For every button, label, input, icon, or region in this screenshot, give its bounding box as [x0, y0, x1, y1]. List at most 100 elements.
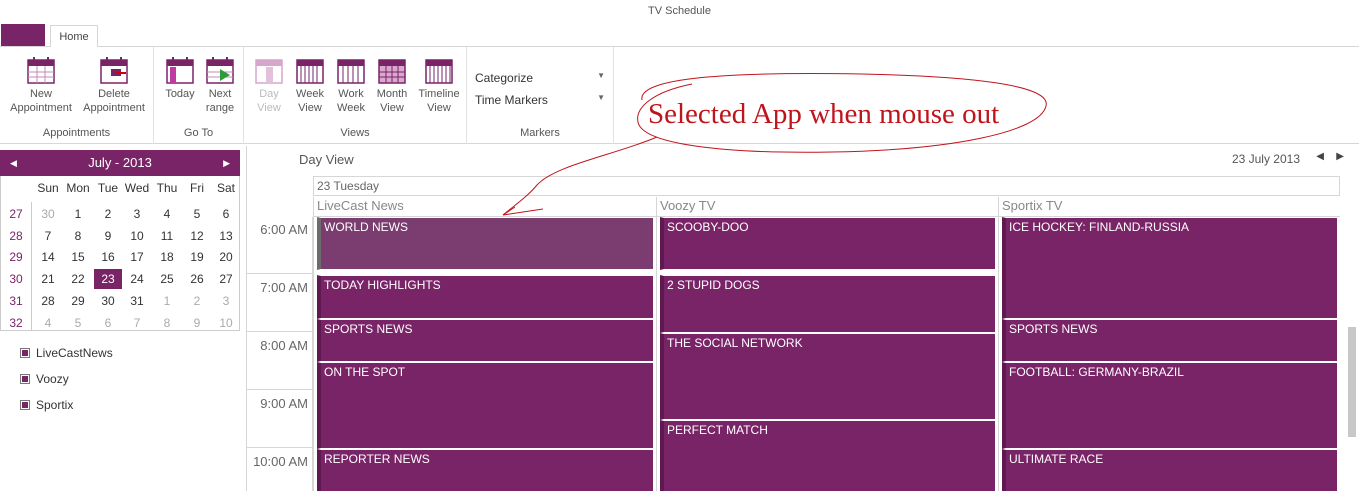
weekday-header: Thu — [156, 181, 178, 195]
calendar-day[interactable]: 5 — [183, 204, 211, 224]
calendar-day[interactable]: 2 — [183, 291, 211, 311]
weekday-header: Tue — [97, 181, 119, 195]
today-button[interactable]: Today — [158, 55, 202, 101]
prev-month-icon[interactable]: ◀ — [10, 150, 17, 176]
calendar-day[interactable]: 19 — [183, 247, 211, 267]
calendar-day[interactable]: 28 — [34, 291, 62, 311]
calendar-day[interactable]: 8 — [153, 313, 181, 333]
scrollbar-thumb[interactable] — [1348, 327, 1356, 437]
calendar-day[interactable]: 27 — [212, 269, 240, 289]
resource-item[interactable]: LiveCastNews — [20, 345, 113, 371]
resource-checkbox[interactable] — [20, 374, 30, 384]
work-week-icon — [337, 59, 365, 84]
categorize-label: Categorize — [475, 71, 534, 85]
appointment[interactable]: SPORTS NEWS — [1002, 318, 1338, 362]
day-view-button[interactable]: Day View — [247, 55, 291, 115]
calendar-day[interactable]: 21 — [34, 269, 62, 289]
vertical-scrollbar[interactable] — [1345, 217, 1359, 491]
calendar-day[interactable]: 11 — [153, 226, 181, 246]
resource-item[interactable]: Voozy — [20, 371, 113, 397]
calendar-day[interactable]: 26 — [183, 269, 211, 289]
resource-label: Voozy — [36, 372, 69, 386]
calendar-day[interactable]: 8 — [64, 226, 92, 246]
calendar-day[interactable]: 2 — [94, 204, 122, 224]
new-appointment-button[interactable]: New Appointment — [7, 55, 75, 115]
appointment[interactable]: 2 STUPID DOGS — [660, 275, 996, 333]
calendar-day[interactable]: 18 — [153, 247, 181, 267]
week-number: 31 — [9, 293, 23, 308]
work-week-button[interactable]: Work Week — [329, 55, 373, 115]
delete-appointment-button[interactable]: Delete Appointment — [80, 55, 148, 115]
calendar-day[interactable]: 30 — [34, 204, 62, 224]
appointment[interactable]: SCOOBY-DOO — [660, 217, 996, 271]
calendar-day[interactable]: 1 — [64, 204, 92, 224]
calendar-day[interactable]: 20 — [212, 247, 240, 267]
appointment[interactable]: FOOTBALL: GERMANY-BRAZIL — [1002, 362, 1338, 449]
calendar-day[interactable]: 22 — [64, 269, 92, 289]
calendar-day[interactable]: 29 — [64, 291, 92, 311]
calendar-day[interactable]: 4 — [34, 313, 62, 333]
calendar-day[interactable]: 6 — [212, 204, 240, 224]
calendar-day[interactable]: 5 — [64, 313, 92, 333]
appointment[interactable]: WORLD NEWS — [317, 217, 654, 271]
annotation-arrow — [502, 136, 658, 216]
markers-group: Categorize ▼ Time Markers ▼ Markers — [467, 47, 614, 144]
time-markers-dropdown[interactable]: Time Markers ▼ — [475, 93, 605, 107]
resource-checkbox[interactable] — [20, 348, 30, 358]
calendar-day[interactable]: 17 — [123, 247, 151, 267]
appointment[interactable]: THE SOCIAL NETWORK — [660, 333, 996, 420]
calendar-day[interactable]: 7 — [123, 313, 151, 333]
resource-column[interactable]: ICE HOCKEY: FINLAND-RUSSIA SPORTS NEWS FOO… — [998, 217, 1340, 491]
categorize-dropdown[interactable]: Categorize ▼ — [475, 71, 605, 85]
tab-home[interactable]: Home — [50, 25, 98, 47]
weekday-header: Sat — [216, 181, 235, 195]
calendar-day[interactable]: 7 — [34, 226, 62, 246]
time-label: 6:00 AM — [260, 222, 308, 237]
calendar-day[interactable]: 30 — [94, 291, 122, 311]
month-view-button[interactable]: Month View — [370, 55, 414, 115]
calendar-day[interactable]: 12 — [183, 226, 211, 246]
appointment[interactable]: ON THE SPOT — [317, 362, 654, 449]
calendar-day[interactable]: 6 — [94, 313, 122, 333]
calendar-day[interactable]: 9 — [183, 313, 211, 333]
weekday-header: Fri — [190, 181, 204, 195]
calendar-day[interactable]: 13 — [212, 226, 240, 246]
appointment[interactable]: ICE HOCKEY: FINLAND-RUSSIA — [1002, 217, 1338, 319]
month-view-icon — [378, 59, 406, 84]
calendar-day[interactable]: 23 — [94, 269, 122, 290]
appointment[interactable]: REPORTER NEWS — [317, 449, 654, 491]
resource-checkbox[interactable] — [20, 400, 30, 410]
calendar-day[interactable]: 25 — [153, 269, 181, 289]
file-tab[interactable] — [1, 24, 45, 46]
calendar-new-icon — [27, 57, 55, 84]
calendar-day[interactable]: 4 — [153, 204, 181, 224]
calendar-day[interactable]: 9 — [94, 226, 122, 246]
day-view-icon — [255, 59, 283, 84]
resource-column[interactable]: SCOOBY-DOO 2 STUPID DOGS THE SOCIAL NETWOR… — [656, 217, 998, 491]
timeline-view-button[interactable]: Timeline View — [414, 55, 464, 115]
calendar-day[interactable]: 3 — [123, 204, 151, 224]
calendar-day[interactable]: 10 — [212, 313, 240, 333]
next-range-button[interactable]: Next range — [198, 55, 242, 115]
week-view-button[interactable]: Week View — [288, 55, 332, 115]
resource-column[interactable]: WORLD NEWS TODAY HIGHLIGHTS SPORTS NEWS ON … — [313, 217, 656, 491]
resource-item[interactable]: Sportix — [20, 397, 113, 423]
calendar-day[interactable]: 15 — [64, 247, 92, 267]
calendar-day[interactable]: 1 — [153, 291, 181, 311]
week-view-icon — [296, 59, 324, 84]
window-title: TV Schedule — [648, 5, 711, 17]
appointment[interactable]: ULTIMATE RACE — [1002, 449, 1338, 491]
appointment[interactable]: SPORTS NEWS — [317, 318, 654, 362]
next-month-icon[interactable]: ▶ — [223, 150, 230, 176]
next-range-icon[interactable]: ▶ — [1336, 151, 1344, 162]
calendar-day[interactable]: 10 — [123, 226, 151, 246]
calendar-day[interactable]: 24 — [123, 269, 151, 289]
calendar-day[interactable]: 16 — [94, 247, 122, 267]
work-week-label: Work Week — [337, 88, 365, 114]
prev-range-icon[interactable]: ◀ — [1316, 151, 1324, 162]
appointment[interactable]: TODAY HIGHLIGHTS — [317, 275, 654, 319]
calendar-day[interactable]: 3 — [212, 291, 240, 311]
calendar-day[interactable]: 14 — [34, 247, 62, 267]
calendar-day[interactable]: 31 — [123, 291, 151, 311]
appointment[interactable]: PERFECT MATCH — [660, 420, 996, 491]
